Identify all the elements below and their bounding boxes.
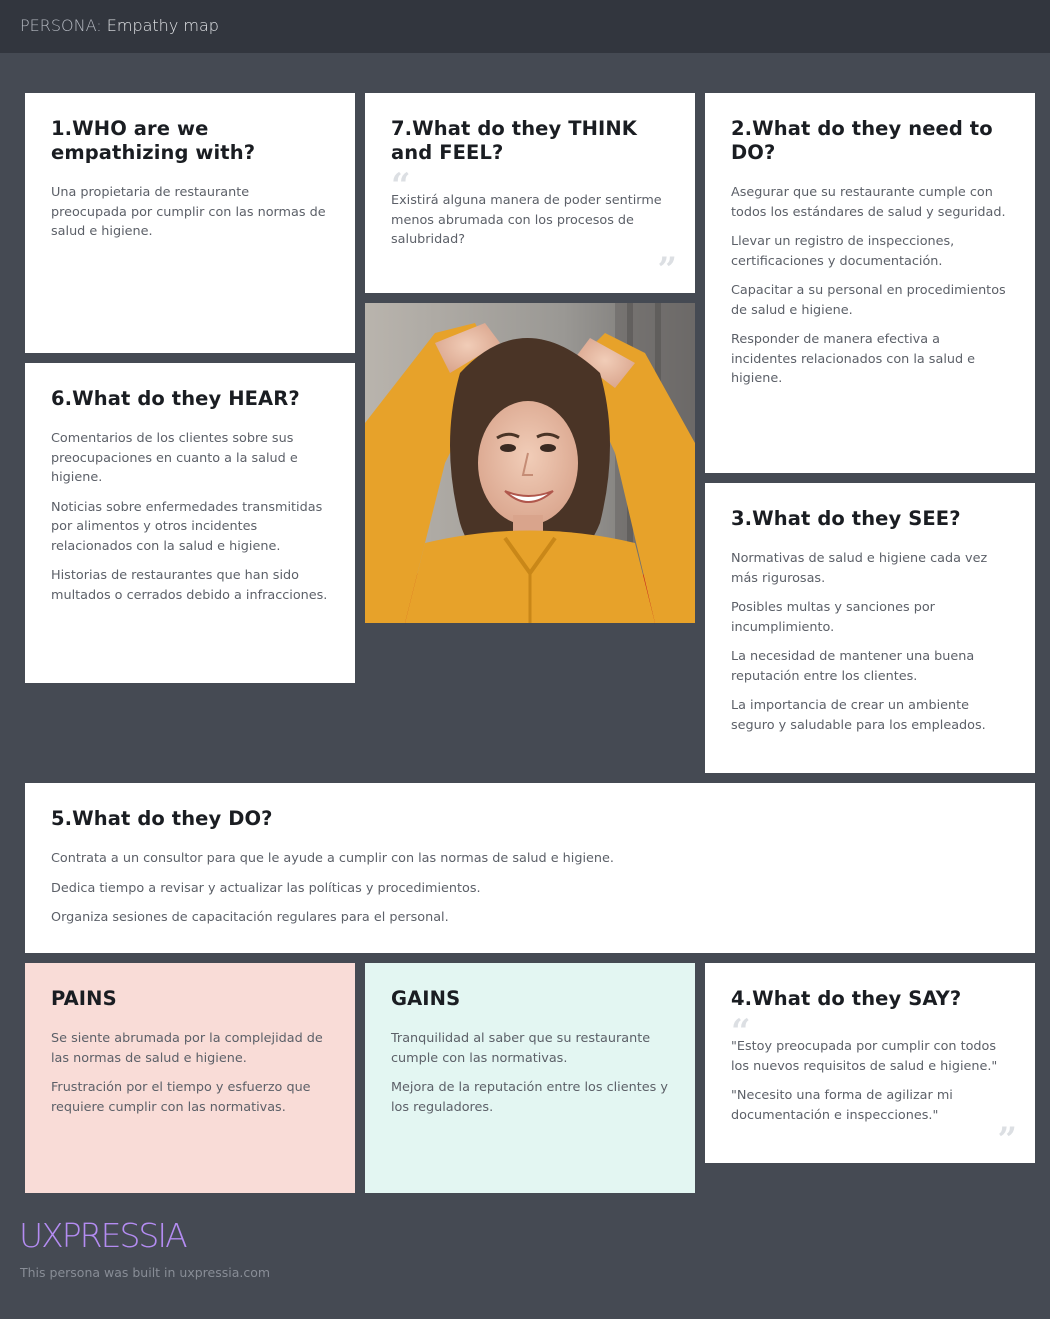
card-who: 1.WHO are we empathizing with? Una propi… xyxy=(25,93,355,353)
close-quote-icon: ” xyxy=(997,1120,1017,1160)
persona-photo-illustration xyxy=(365,303,695,623)
page-title: PERSONA: Empathy map xyxy=(20,16,219,35)
card-item: Posibles multas y sanciones por incumpli… xyxy=(731,600,935,635)
card-title: 7.What do they THINK and FEEL? xyxy=(391,117,638,164)
card-item: Se siente abrumada por la complejidad de… xyxy=(51,1031,323,1066)
card-gains: GAINS Tranquilidad al saber que su resta… xyxy=(365,963,695,1193)
close-quote-icon: ” xyxy=(657,250,677,290)
card-item: Capacitar a su personal en procedimiento… xyxy=(731,283,1006,318)
uxpressia-logo[interactable]: UXPRESSIA xyxy=(19,1216,188,1255)
card-item: La importancia de crear un ambiente segu… xyxy=(731,698,986,733)
card-item: Comentarios de los clientes sobre sus pr… xyxy=(51,431,298,485)
card-item: Contrata a un consultor para que le ayud… xyxy=(51,851,614,866)
card-item: Frustración por el tiempo y esfuerzo que… xyxy=(51,1080,311,1115)
card-title: 3.What do they SEE? xyxy=(731,507,961,530)
card-need-to-do: 2.What do they need to DO? Asegurar que … xyxy=(705,93,1035,473)
card-title: GAINS xyxy=(391,987,461,1010)
open-quote-icon: “ xyxy=(391,166,411,206)
card-item: Dedica tiempo a revisar y actualizar las… xyxy=(51,880,481,896)
card-title: PAINS xyxy=(51,987,117,1010)
card-item: Historias de restaurantes que han sido m… xyxy=(51,568,328,603)
card-hear: 6.What do they HEAR? Comentarios de los … xyxy=(25,363,355,683)
top-bar: PERSONA: Empathy map xyxy=(0,0,1050,53)
footer-note: This persona was built in uxpressia.com xyxy=(20,1265,271,1280)
card-say: 4.What do they SAY? “ "Estoy preocupada … xyxy=(705,963,1035,1163)
persona-photo xyxy=(365,303,695,623)
card-item: Normativas de salud e higiene cada vez m… xyxy=(731,551,988,586)
card-item: Organiza sesiones de capacitación regula… xyxy=(51,910,449,925)
card-title: 2.What do they need to DO? xyxy=(731,117,993,164)
card-item: Responder de manera efectiva a incidente… xyxy=(731,332,976,386)
card-item: Tranquilidad al saber que su restaurante… xyxy=(391,1031,651,1066)
card-title: 6.What do they HEAR? xyxy=(51,387,300,410)
card-do: 5.What do they DO? Contrata a un consult… xyxy=(25,783,1035,953)
card-title: 5.What do they DO? xyxy=(51,807,273,830)
card-item: La necesidad de mantener una buena reput… xyxy=(731,649,975,684)
open-quote-icon: “ xyxy=(731,1012,751,1052)
title-prefix: PERSONA: xyxy=(20,16,102,35)
card-title: 1.WHO are we empathizing with? xyxy=(51,117,256,164)
title-text: Empathy map xyxy=(106,16,219,35)
card-item: Llevar un registro de inspecciones, cert… xyxy=(731,234,955,269)
card-quote: "Estoy preocupada por cumplir con todos … xyxy=(731,1039,998,1074)
card-item: Noticias sobre enfermedades transmitidas… xyxy=(51,499,323,554)
card-quote: "Necesito una forma de agilizar mi docum… xyxy=(731,1088,953,1123)
card-item: Una propietaria de restaurante preocupad… xyxy=(51,185,326,239)
card-title: 4.What do they SAY? xyxy=(731,987,962,1010)
card-see: 3.What do they SEE? Normativas de salud … xyxy=(705,483,1035,773)
card-quote: Existirá alguna manera de poder sentirme… xyxy=(391,193,662,247)
card-item: Mejora de la reputación entre los client… xyxy=(391,1080,668,1115)
card-pains: PAINS Se siente abrumada por la compleji… xyxy=(25,963,355,1193)
card-item: Asegurar que su restaurante cumple con t… xyxy=(731,185,1006,220)
card-think-feel: 7.What do they THINK and FEEL? “ Existir… xyxy=(365,93,695,293)
